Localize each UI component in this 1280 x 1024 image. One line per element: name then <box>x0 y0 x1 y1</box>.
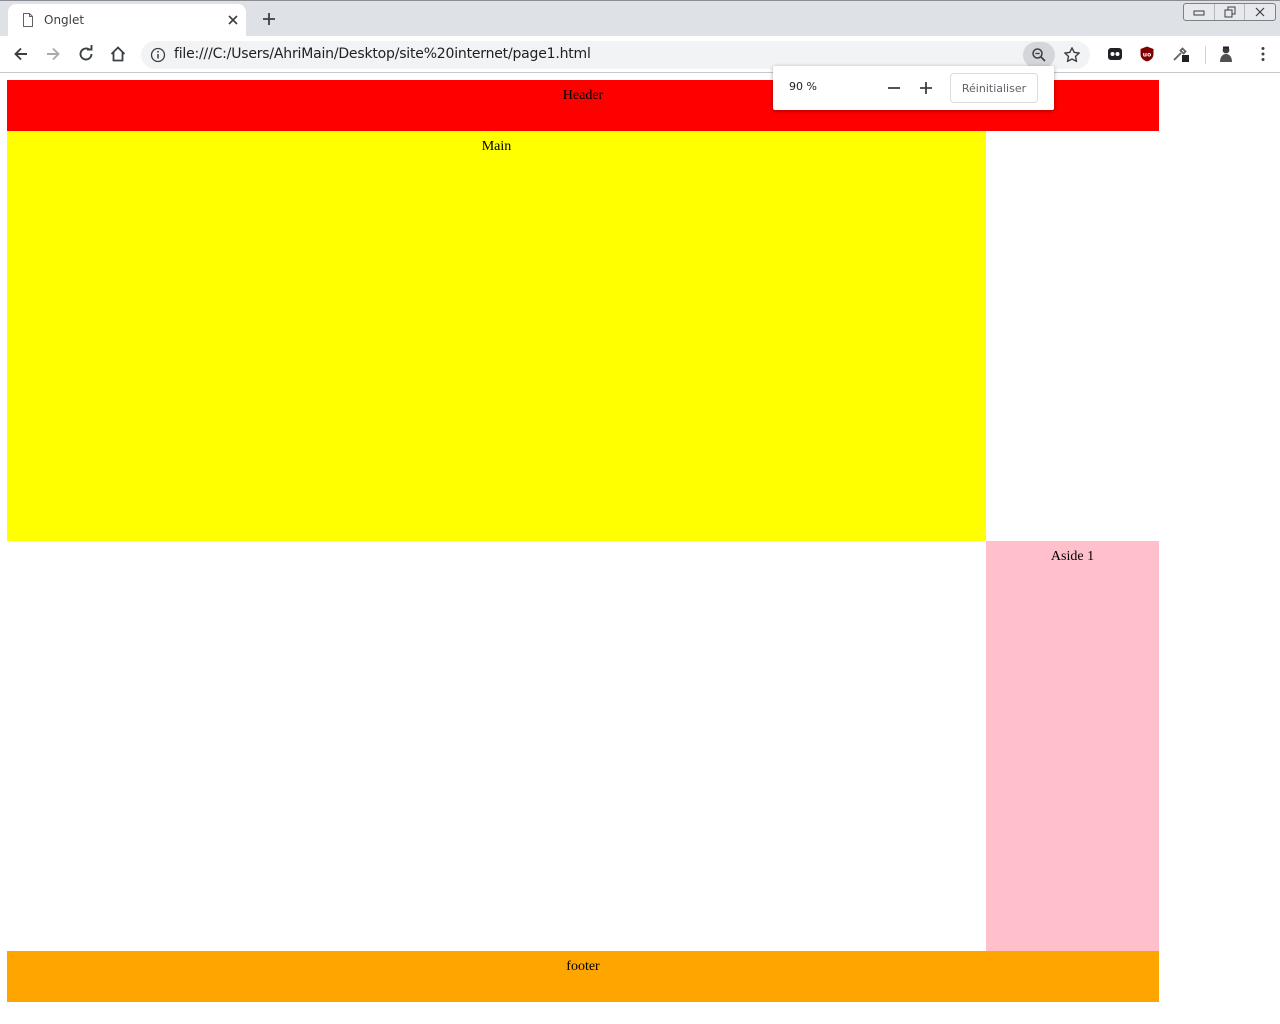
reload-icon[interactable] <box>77 45 95 63</box>
reset-zoom-button[interactable]: Réinitialiser <box>950 73 1038 103</box>
footer-label: footer <box>566 959 600 974</box>
home-icon[interactable] <box>109 45 127 63</box>
minimize-icon <box>1193 10 1205 16</box>
tab-active[interactable]: Onglet <box>8 4 246 37</box>
plus-icon[interactable] <box>917 79 935 97</box>
profile-avatar-icon[interactable] <box>1217 45 1235 63</box>
page-main: Main <box>7 131 986 541</box>
tab-title: Onglet <box>44 13 85 27</box>
page-icon <box>23 13 33 27</box>
plus-icon[interactable] <box>260 10 278 28</box>
header-label: Header <box>562 88 604 103</box>
zoom-indicator-button[interactable] <box>1023 42 1055 68</box>
forward-arrow-icon[interactable] <box>44 45 62 63</box>
zoom-popup: 90 % Réinitialiser <box>773 66 1054 110</box>
back-arrow-icon[interactable] <box>12 45 30 63</box>
address-bar[interactable]: file:///C:/Users/AhriMain/Desktop/site%2… <box>141 41 1090 69</box>
page-footer: footer <box>7 951 1159 1002</box>
restore-icon <box>1224 6 1235 18</box>
window-controls <box>1183 3 1276 21</box>
minimize-button[interactable] <box>1184 4 1214 20</box>
tab-strip: Onglet <box>0 0 1280 37</box>
zoom-out-magnifier-icon <box>1032 48 1046 62</box>
eyedropper-icon[interactable] <box>1171 45 1189 63</box>
browser-toolbar: file:///C:/Users/AhriMain/Desktop/site%2… <box>0 36 1280 73</box>
page-viewport: Header Main Aside 1 footer <box>0 73 1280 1024</box>
ublock-origin-icon[interactable]: uo <box>1138 45 1156 63</box>
kebab-menu-icon[interactable] <box>1254 45 1272 63</box>
toolbar-separator <box>1205 46 1206 64</box>
info-icon[interactable] <box>150 47 166 63</box>
close-window-button[interactable] <box>1244 4 1275 20</box>
restore-button[interactable] <box>1213 4 1245 20</box>
svg-text:uo: uo <box>1143 52 1151 59</box>
page-aside: Aside 1 <box>986 541 1159 951</box>
close-window-icon <box>1255 7 1265 17</box>
minus-icon[interactable] <box>885 79 903 97</box>
zoom-level-text: 90 % <box>789 80 817 93</box>
main-label: Main <box>481 139 512 154</box>
url-text[interactable]: file:///C:/Users/AhriMain/Desktop/site%2… <box>174 46 591 62</box>
aside-label: Aside 1 <box>1050 549 1095 564</box>
ghostery-icon[interactable] <box>1106 45 1124 63</box>
star-icon[interactable] <box>1063 46 1081 64</box>
close-icon[interactable] <box>226 13 240 27</box>
